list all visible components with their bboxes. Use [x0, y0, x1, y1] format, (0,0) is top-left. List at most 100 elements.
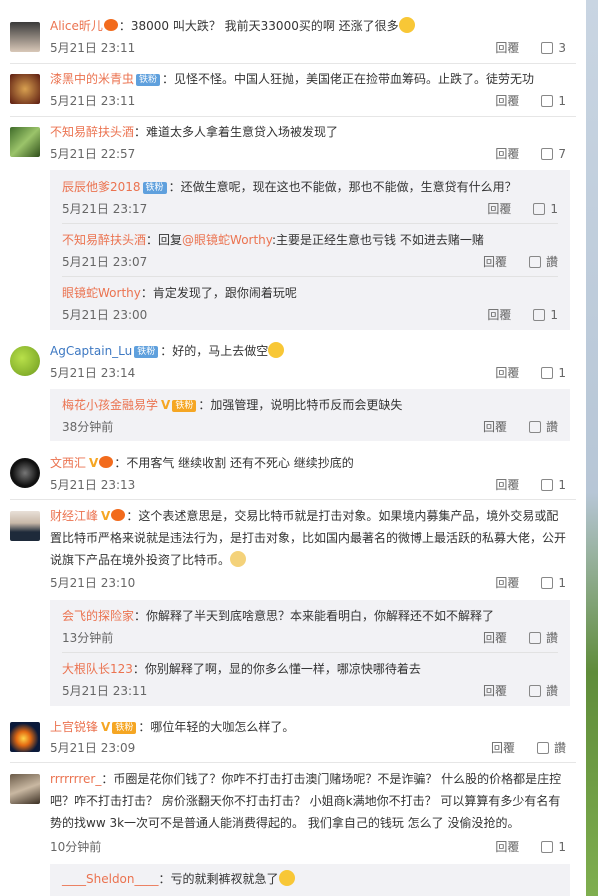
divider [62, 276, 558, 277]
reply-button[interactable]: 回覆 [491, 741, 515, 755]
like-count: 7 [558, 147, 566, 161]
reply-text: ：你别解释了啊，显的你多么懂一样，哪凉快哪待着去 [132, 662, 421, 676]
emoji-icon [230, 551, 247, 567]
reply-username[interactable]: 梅花小孩金融易学 [62, 398, 158, 412]
reply-time: 5月21日 23:17 [62, 202, 148, 216]
divider [10, 116, 576, 117]
reply-button[interactable]: 回覆 [495, 41, 519, 55]
comment-time: 5月21日 23:13 [50, 478, 136, 492]
avatar[interactable] [10, 722, 40, 752]
like-icon[interactable] [541, 42, 554, 54]
fan-badge: 铁粉 [142, 182, 167, 194]
reply-username[interactable]: 不知易醉扶头酒 [62, 233, 146, 247]
reply-button[interactable]: 回覆 [483, 420, 507, 434]
reply-username[interactable]: 辰辰他爹2018 [62, 180, 141, 194]
mention-link[interactable]: @眼镜蛇Worthy [182, 233, 272, 247]
reply-username[interactable]: ____Sheldon____ [62, 872, 159, 886]
comment-text: ：好的，马上去做空 [160, 344, 269, 358]
like-count: 1 [550, 202, 558, 216]
divider [62, 223, 558, 224]
like-icon[interactable] [541, 367, 554, 379]
like-icon[interactable] [533, 203, 546, 215]
like-icon[interactable] [536, 742, 549, 754]
avatar[interactable] [10, 511, 40, 541]
divider [10, 762, 576, 763]
reply-list: ____Sheldon____：亏的就剩裤衩就急了 [50, 864, 570, 896]
like-icon[interactable] [528, 256, 541, 268]
reply-username[interactable]: 会飞的探险家 [62, 609, 134, 623]
reply-button[interactable]: 回覆 [495, 147, 519, 161]
reply-button[interactable]: 回覆 [483, 684, 507, 698]
like-count: 1 [558, 478, 566, 492]
reply-text: ：还做生意呢，现在这也不能做，那也不能做，生意贷有什么用？ [168, 180, 517, 194]
like-icon[interactable] [528, 632, 541, 644]
reply-button[interactable]: 回覆 [483, 631, 507, 645]
like-count: 讚 [545, 255, 558, 269]
comment-text: ：这个表述意思是，交易比特币就是打击对象。如果境内募集产品，境外交易或配置比特币… [50, 509, 567, 567]
comment-username[interactable]: 上官锐锋 [50, 720, 98, 734]
avatar[interactable] [10, 346, 40, 376]
avatar[interactable] [10, 74, 40, 104]
comment-username[interactable]: rrrrrrrer_ [50, 772, 101, 786]
comment-username[interactable]: AgCaptain_Lu [50, 344, 132, 358]
comment-text: ：哪位年轻的大咖怎么样了。 [138, 720, 295, 734]
like-icon[interactable] [541, 479, 554, 491]
comment-text: ：不用客气 继续收割 还有不死心 继续抄底的 [114, 456, 354, 470]
comment-username[interactable]: Alice昕儿 [50, 19, 103, 33]
reply-time: 5月21日 23:11 [62, 684, 148, 698]
comment-time: 5月21日 22:57 [50, 147, 136, 161]
comment-text: ：38000 叫大跌？ 我前天33000买的啊 还涨了很多 [118, 19, 399, 33]
comment-time: 10分钟前 [50, 840, 102, 854]
fan-badge: 铁粉 [172, 400, 197, 412]
background-edge [586, 0, 598, 896]
comment-username[interactable]: 漆黑中的米青虫 [50, 72, 134, 86]
reply-button[interactable]: 回覆 [483, 255, 507, 269]
reply-button[interactable]: 回覆 [495, 576, 519, 590]
reply-text: ：加强管理，说明比特币反而会更缺失 [198, 398, 403, 412]
comment-username[interactable]: 文西汇 [50, 456, 86, 470]
comment-time: 5月21日 23:11 [50, 94, 136, 108]
fan-badge: 铁粉 [112, 722, 137, 734]
comment-time: 5月21日 23:14 [50, 366, 136, 380]
like-icon[interactable] [541, 148, 554, 160]
reply-button[interactable]: 回覆 [487, 202, 511, 216]
like-count: 1 [558, 840, 566, 854]
grin-emoji-icon [278, 870, 295, 886]
verified-v-icon: V [101, 509, 111, 523]
reply-username[interactable]: 大根队长123 [62, 662, 133, 676]
avatar[interactable] [10, 22, 40, 52]
avatar[interactable] [10, 458, 40, 488]
fan-badge: 铁粉 [134, 346, 159, 358]
reply-button[interactable]: 回覆 [495, 366, 519, 380]
comment-username[interactable]: 财经江峰 [50, 509, 98, 523]
avatar[interactable] [10, 774, 40, 804]
like-icon[interactable] [541, 577, 554, 589]
like-icon[interactable] [541, 95, 554, 107]
reply-time: 5月21日 23:07 [62, 255, 148, 269]
verified-v-icon: V [101, 720, 111, 734]
like-count: 3 [558, 41, 566, 55]
reply-list: 梅花小孩金融易学 V 铁粉 ：加强管理，说明比特币反而会更缺失 38分钟前 回覆 讚 [50, 389, 570, 441]
like-icon[interactable] [528, 421, 541, 433]
reply-button[interactable]: 回覆 [495, 478, 519, 492]
reply-time: 13分钟前 [62, 631, 114, 645]
fan-badge: 铁粉 [136, 74, 161, 86]
like-icon[interactable] [541, 841, 554, 853]
reply-text: ：回复 [146, 233, 183, 247]
smile-emoji-icon [268, 342, 285, 358]
avatar[interactable] [10, 127, 40, 157]
verified-v-icon: V [89, 456, 99, 470]
verified-v-icon: V [161, 398, 171, 412]
comment-username[interactable]: 不知易醉扶头酒 [50, 125, 134, 139]
medal-icon [99, 456, 114, 468]
reply-button[interactable]: 回覆 [495, 840, 519, 854]
divider [10, 499, 576, 500]
reply-username[interactable]: 眼镜蛇Worthy [62, 286, 141, 300]
like-icon[interactable] [528, 685, 541, 697]
like-icon[interactable] [533, 309, 546, 321]
medal-icon [111, 509, 126, 521]
reply-button[interactable]: 回覆 [495, 94, 519, 108]
comment-text: ：难道太多人拿着生意贷入场被发现了 [134, 125, 339, 139]
divider [10, 63, 576, 64]
reply-button[interactable]: 回覆 [487, 308, 511, 322]
